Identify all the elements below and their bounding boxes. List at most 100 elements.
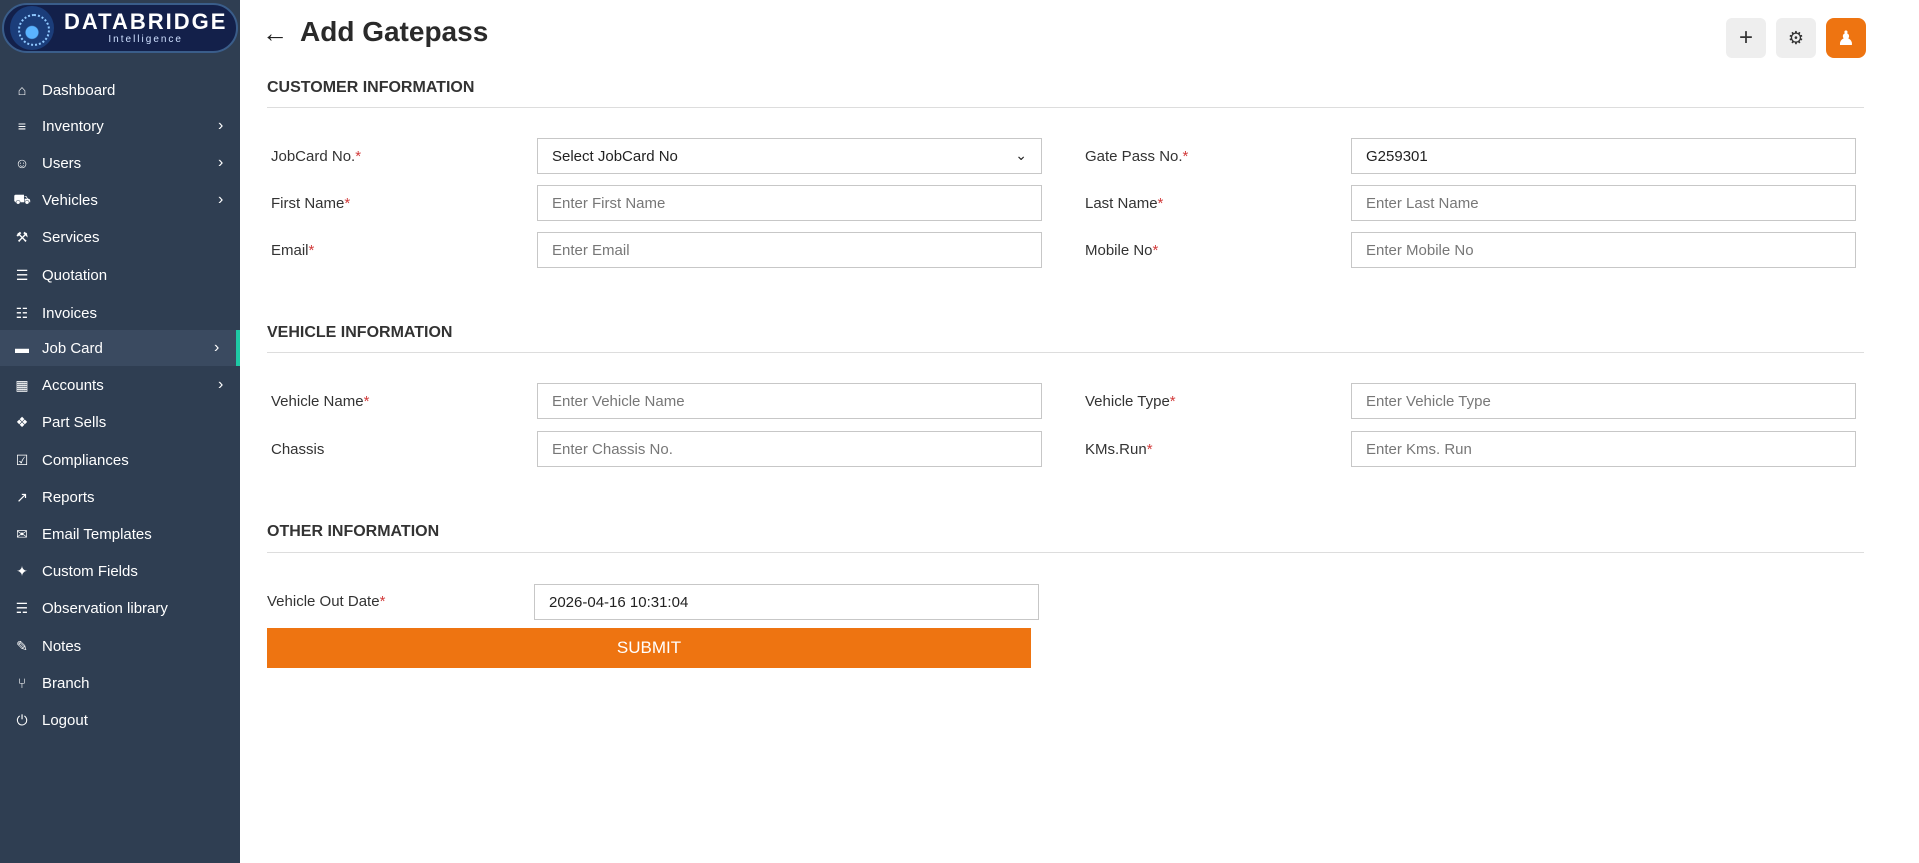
back-arrow-icon[interactable]: ← [262, 18, 288, 49]
sidebar-item-label: Part Sells [42, 413, 107, 431]
sidebar-item-logout[interactable]: ⏻ Logout [0, 702, 240, 738]
user-profile-icon: ♟ [1837, 27, 1855, 50]
sidebar: DATABRIDGE Intelligence ⌂ Dashboard ≡ Inven… [0, 0, 240, 863]
chevron-right-icon: › [218, 191, 224, 208]
divider [267, 552, 1864, 553]
gatepass-label: Gate Pass No.* [1085, 148, 1189, 165]
vehicle-name-input[interactable]: Enter Vehicle Name [537, 383, 1042, 419]
gatepass-input[interactable]: G259301 [1351, 138, 1856, 174]
wrench-icon: ⚒ [15, 228, 29, 245]
chevron-right-icon: › [218, 376, 224, 393]
sidebar-item-label: Reports [42, 488, 95, 506]
card-icon: ▬ [15, 340, 29, 356]
chassis-input[interactable]: Enter Chassis No. [537, 431, 1042, 467]
kms-run-label: KMs.Run* [1085, 441, 1153, 458]
jobcard-label: JobCard No.* [271, 148, 362, 165]
section-vehicle-title: VEHICLE INFORMATION [267, 324, 453, 341]
sidebar-item-part-sells[interactable]: ❖ Part Sells [0, 404, 240, 440]
puzzle-icon: ✦ [16, 562, 28, 579]
email-label: Email* [271, 242, 315, 259]
vehicle-name-label: Vehicle Name* [271, 393, 370, 410]
sidebar-item-services[interactable]: ⚒ Services [0, 219, 240, 255]
edit-icon: ✎ [16, 637, 28, 654]
section-customer-title: CUSTOMER INFORMATION [267, 79, 475, 96]
sidebar-item-label: Observation library [42, 599, 168, 617]
tag-icon: ❖ [15, 413, 29, 430]
settings-button[interactable]: ⚙ [1776, 18, 1816, 58]
mobile-label: Mobile No* [1085, 242, 1159, 259]
sidebar-item-users[interactable]: ☺ Users › [0, 145, 240, 181]
clipboard-icon: ☑ [15, 451, 29, 468]
power-icon: ⏻ [16, 711, 28, 728]
sidebar-item-vehicles[interactable]: ⛟ Vehicles › [0, 182, 240, 218]
chart-line-icon: ↗ [16, 488, 28, 505]
out-date-label: Vehicle Out Date* [267, 593, 386, 610]
sidebar-item-compliances[interactable]: ☑ Compliances [0, 442, 240, 478]
brand-subtitle: Intelligence [108, 34, 183, 45]
jobcard-select[interactable]: Select JobCard No ⌄ [537, 138, 1042, 174]
out-date-input[interactable]: 2026-04-16 10:31:04 [534, 584, 1039, 620]
sidebar-item-label: Compliances [42, 451, 129, 469]
sliders-icon: ≡ [17, 118, 27, 134]
sidebar-item-custom-fields[interactable]: ✦ Custom Fields [0, 553, 240, 589]
submit-button[interactable]: SUBMIT [267, 628, 1031, 668]
mobile-input[interactable]: Enter Mobile No [1351, 232, 1856, 268]
home-icon: ⌂ [17, 82, 27, 98]
email-template-icon: ✉ [16, 525, 28, 542]
first-name-label: First Name* [271, 195, 351, 212]
sidebar-item-accounts[interactable]: ▦ Accounts › [0, 367, 240, 403]
sidebar-item-label: Vehicles [42, 191, 98, 209]
sidebar-item-notes[interactable]: ✎ Notes [0, 628, 240, 664]
first-name-input[interactable]: Enter First Name [537, 185, 1042, 221]
main-content: ← Add Gatepass + ⚙ ♟ CUSTOMER INFORMATIO… [240, 0, 1919, 863]
sidebar-item-label: Branch [42, 674, 90, 692]
sidebar-item-inventory[interactable]: ≡ Inventory › [0, 108, 240, 144]
sidebar-item-invoices[interactable]: ☷ Invoices [0, 295, 240, 331]
sidebar-item-label: Accounts [42, 376, 104, 394]
sidebar-item-label: Email Templates [42, 525, 152, 543]
email-input[interactable]: Enter Email [537, 232, 1042, 268]
sidebar-item-label: Job Card [42, 339, 103, 357]
sidebar-item-label: Inventory [42, 117, 104, 135]
sidebar-item-observation-library[interactable]: ☴ Observation library [0, 590, 240, 626]
sidebar-item-reports[interactable]: ↗ Reports [0, 479, 240, 515]
page-title: Add Gatepass [300, 16, 489, 47]
vehicle-type-input[interactable]: Enter Vehicle Type [1351, 383, 1856, 419]
chevron-down-icon: ⌄ [1015, 147, 1027, 163]
brand-title: DATABRIDGE [64, 9, 228, 34]
branch-icon: ⑂ [17, 675, 27, 691]
chevron-right-icon: › [214, 339, 220, 356]
chassis-label: Chassis [271, 441, 325, 458]
gear-icon: ⚙ [1787, 27, 1805, 48]
jobcard-select-value: Select JobCard No [552, 147, 678, 165]
car-icon: ⛟ [13, 190, 31, 207]
kms-run-input[interactable]: Enter Kms. Run [1351, 431, 1856, 467]
section-other-title: OTHER INFORMATION [267, 523, 440, 540]
sidebar-item-quotation[interactable]: ☰ Quotation [0, 257, 240, 293]
chevron-right-icon: › [218, 154, 224, 171]
sidebar-item-label: Notes [42, 637, 82, 655]
sidebar-item-label: Quotation [42, 266, 108, 284]
sidebar-item-branch[interactable]: ⑂ Branch [0, 665, 240, 701]
sidebar-item-job-card[interactable]: ▬ Job Card › [0, 330, 240, 366]
last-name-label: Last Name* [1085, 195, 1164, 212]
sidebar-item-label: Services [42, 228, 100, 246]
sidebar-item-label: Invoices [42, 304, 98, 322]
divider [267, 107, 1864, 108]
brand-logo[interactable]: DATABRIDGE Intelligence [2, 3, 238, 53]
last-name-input[interactable]: Enter Last Name [1351, 185, 1856, 221]
sidebar-item-email-templates[interactable]: ✉ Email Templates [0, 516, 240, 552]
sidebar-item-label: Dashboard [42, 81, 116, 99]
user-avatar[interactable]: ♟ [1826, 18, 1866, 58]
plus-icon: + [1738, 24, 1753, 51]
receipt-icon: ☷ [15, 304, 29, 321]
sidebar-item-label: Logout [42, 711, 88, 729]
add-button[interactable]: + [1726, 18, 1766, 58]
sidebar-item-label: Custom Fields [42, 562, 138, 580]
calculator-icon: ▦ [15, 376, 29, 393]
user-icon: ☺ [14, 155, 30, 171]
sidebar-item-dashboard[interactable]: ⌂ Dashboard [0, 72, 240, 108]
file-icon: ☴ [15, 599, 29, 616]
document-icon: ☰ [15, 266, 29, 283]
logo-globe-icon [10, 6, 54, 50]
